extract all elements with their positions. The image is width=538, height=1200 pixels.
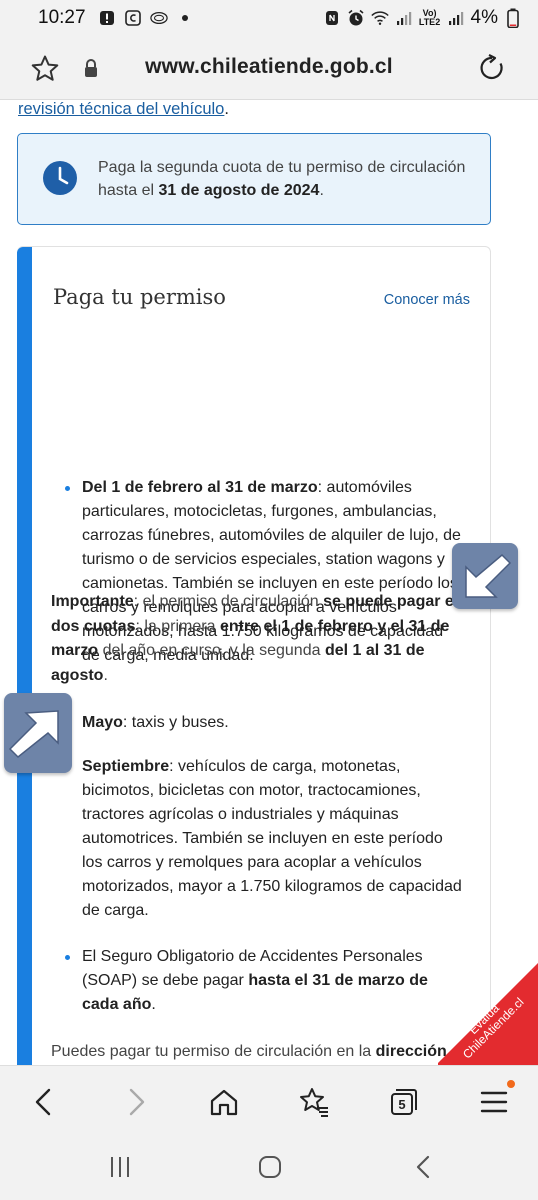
alert-icon — [98, 9, 116, 27]
important-text: : la primera — [135, 617, 220, 635]
important-text: : el permiso de circulación — [133, 593, 324, 610]
notice-text: Paga la segunda cuota de tu permiso de c… — [98, 156, 468, 202]
card-accent-bar — [17, 247, 32, 1065]
payment-places-paragraph: Puedes pagar tu permiso de circulación e… — [51, 1040, 481, 1065]
app-c-icon — [124, 9, 142, 27]
battery-icon — [504, 8, 522, 28]
list-item-text: : taxis y buses. — [122, 714, 229, 731]
url-text[interactable]: www.chileatiende.gob.cl — [0, 55, 538, 79]
list-item: El Seguro Obligatorio de Accidentes Pers… — [65, 945, 465, 1017]
status-left: 10:27 — [38, 7, 194, 29]
important-text: . — [103, 666, 108, 684]
important-label: Importante — [51, 593, 134, 610]
schedule-list-2: Mayo: taxis y buses. Septiembre: vehícul… — [65, 711, 465, 1017]
forward-icon[interactable] — [120, 1086, 152, 1118]
home-icon[interactable] — [208, 1086, 240, 1118]
notice-deadline: 31 de agosto de 2024 — [158, 182, 320, 199]
dot-icon — [176, 9, 194, 27]
app-cloud-icon — [149, 9, 168, 27]
learn-more-link[interactable]: Conocer más — [384, 292, 470, 308]
arrow-up-right-icon — [8, 710, 59, 759]
list-item-bold: Mayo — [82, 714, 123, 731]
clock-icon — [42, 160, 78, 196]
feedback-ribbon[interactable]: Evalúa ChileAtiende.cl — [438, 963, 538, 1065]
status-time: 10:27 — [38, 7, 86, 28]
payment-places-bold: dirección — [375, 1043, 447, 1060]
list-item: Mayo: taxis y buses. — [65, 711, 465, 735]
notice-text-after: . — [319, 182, 324, 199]
card-title: Paga tu permiso — [53, 285, 226, 309]
top-link-period: . — [224, 100, 229, 118]
notification-dot — [507, 1080, 515, 1088]
vehicle-inspection-link[interactable]: revisión técnica del vehículo — [18, 100, 224, 118]
scroll-down-arrow-button[interactable] — [452, 543, 518, 609]
battery-level: 4% — [470, 7, 498, 28]
arrow-down-left-icon — [465, 553, 512, 598]
payment-places-text: Puedes pagar tu permiso de circulación e… — [51, 1043, 376, 1060]
list-item: Septiembre: vehículos de carga, motoneta… — [65, 755, 465, 923]
system-nav-bar — [0, 1135, 538, 1200]
signal-icon — [395, 9, 413, 27]
payment-notice: Paga la segunda cuota de tu permiso de c… — [17, 133, 491, 225]
alarm-icon — [347, 9, 365, 27]
scroll-up-arrow-button[interactable] — [4, 693, 72, 773]
browser-toolbar: 5 — [0, 1065, 538, 1135]
pay-permit-card: Paga tu permiso Conocer más Del 1 de feb… — [17, 246, 491, 1065]
tabs-count: 5 — [398, 1096, 406, 1112]
list-item-bold: Septiembre — [82, 758, 170, 775]
system-home-icon[interactable] — [256, 1153, 284, 1181]
back-icon[interactable] — [28, 1086, 60, 1118]
status-right: Vo) LTE2 4% — [323, 7, 522, 29]
list-item-bold: Del 1 de febrero al 31 de marzo — [82, 479, 318, 496]
nfc-icon — [323, 9, 341, 27]
menu-icon[interactable] — [478, 1086, 510, 1118]
important-paragraph: Importante: el permiso de circulación se… — [51, 590, 481, 688]
bookmarks-icon[interactable] — [298, 1086, 330, 1118]
recents-icon[interactable] — [106, 1153, 134, 1181]
important-text: del año en curso, y la segunda — [98, 642, 325, 659]
system-back-icon[interactable] — [409, 1153, 437, 1181]
top-link-line: revisión técnica del vehículo. — [18, 100, 229, 119]
list-item-text: : vehículos de carga, motonetas, bicimot… — [82, 758, 462, 919]
network-label: Vo) LTE2 — [418, 8, 441, 27]
signal-icon — [447, 9, 465, 27]
wifi-icon — [370, 9, 389, 27]
browser-url-bar: www.chileatiende.gob.cl — [0, 36, 538, 100]
reload-icon[interactable] — [478, 54, 506, 82]
tabs-icon[interactable]: 5 — [388, 1086, 420, 1118]
list-item-text: . — [151, 996, 156, 1013]
status-bar: 10:27 Vo) LTE2 4% — [0, 0, 538, 36]
